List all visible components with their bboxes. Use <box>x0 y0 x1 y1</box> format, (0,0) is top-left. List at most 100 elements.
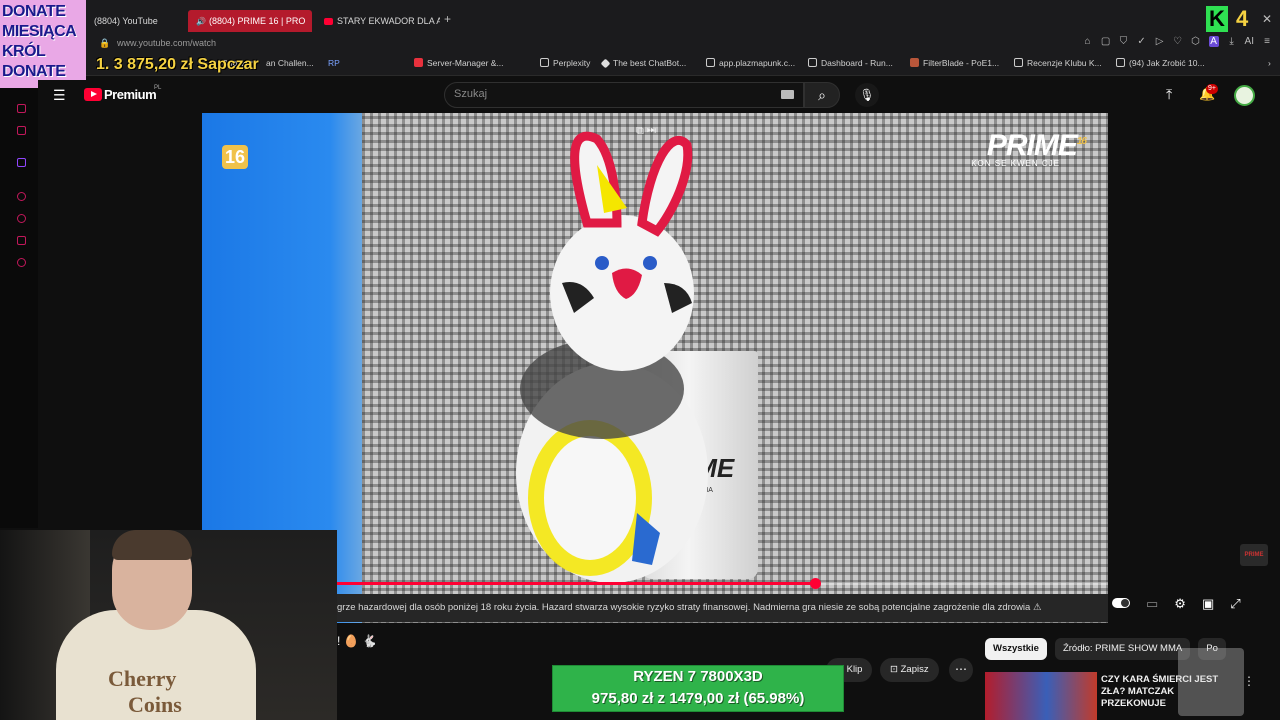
hoodie-text-cherry: Cherry <box>108 666 177 691</box>
puzzle-icon[interactable]: ⬡ <box>1191 36 1201 47</box>
shield-icon[interactable]: ⛉ <box>1119 36 1129 47</box>
bookmark-filterblade[interactable]: FilterBlade - PoE1... <box>910 58 999 68</box>
save-button[interactable]: ⊡ Zapisz <box>880 658 939 682</box>
new-tab-button[interactable]: + <box>444 12 451 26</box>
search-input[interactable] <box>444 82 804 108</box>
heart-icon[interactable]: ♡ <box>1173 36 1183 47</box>
bookmark-plazmapunk[interactable]: app.plazmapunk.c... <box>706 58 795 68</box>
extension-icon-1[interactable]: ▢ <box>1101 36 1111 47</box>
bookmark-label: FilterBlade - PoE1... <box>923 58 1000 68</box>
extension-a-icon[interactable]: A <box>1208 36 1219 47</box>
bookmark-label: Perplexity <box>553 58 591 68</box>
subtitles-icon[interactable]: ▭ <box>1146 596 1158 612</box>
emoji-reactions: ! 🥚 🐇 <box>337 634 377 648</box>
lock-icon[interactable]: 🔒 <box>99 38 110 49</box>
perplexity-icon <box>540 58 549 67</box>
browser-tab-ekwador[interactable]: STARY EKWADOR DLA AS <box>316 10 440 32</box>
ryzen-goal-overlay: RYZEN 7 7800X3D 975,80 zł z 1479,00 zł (… <box>552 665 844 712</box>
create-upload-icon[interactable]: ⤒ <box>1166 86 1172 103</box>
overlay-left-rail <box>0 88 38 528</box>
download-icon[interactable]: ⤓ <box>1227 36 1237 47</box>
bookmark-icon[interactable]: ⌂ <box>1083 36 1093 47</box>
bookmark-challenge[interactable]: an Challen... <box>266 58 314 68</box>
ryzen-goal-progress: 975,80 zł z 1479,00 zł (65.98%) <box>591 690 805 707</box>
rail-icon <box>17 104 26 113</box>
browser-tab-prime-active[interactable]: 🔊 (8804) PRIME 16 | PRO <box>188 10 312 32</box>
url-field[interactable]: www.youtube.com/watch <box>117 38 216 48</box>
donate-line: KRÓL <box>2 43 46 60</box>
k-counter-number: 4 <box>1236 6 1249 31</box>
close-window-icon[interactable]: ✕ <box>1262 12 1272 26</box>
progress-played <box>337 582 815 585</box>
clock-icon <box>17 214 26 223</box>
check-icon[interactable]: ✓ <box>1137 36 1147 47</box>
progress-scrubber[interactable] <box>810 578 821 589</box>
logo-region: PL <box>154 85 162 91</box>
bookmark-server-manager[interactable]: Server-Manager &... <box>414 58 504 68</box>
gambling-disclaimer: grze hazardowej dla osób poniżej 18 roku… <box>337 594 1108 622</box>
donate-of-month-box: DONATE MIESIĄCA KRÓL DONATE <box>0 0 86 88</box>
play-icon[interactable]: ▷ <box>1155 36 1165 47</box>
keyboard-icon[interactable] <box>781 90 794 99</box>
bookmark-label: app.plazmapunk.c... <box>719 58 796 68</box>
search-placeholder[interactable]: Szukaj <box>454 88 487 100</box>
theater-mode-icon[interactable]: ▣ <box>1202 596 1214 612</box>
bookmark-perplexity[interactable]: Perplexity <box>540 58 590 68</box>
speaker-icon: 🔊 <box>196 17 206 26</box>
menu-icon[interactable]: ≡ <box>1262 36 1272 47</box>
recommendation-more-icon[interactable]: ⋮ <box>1243 674 1255 688</box>
page-icon <box>1116 58 1125 67</box>
autoplay-toggle[interactable] <box>1112 598 1130 608</box>
youtube-favicon-icon <box>324 18 333 26</box>
recommended-video-thumbnail[interactable] <box>985 672 1097 720</box>
bookmark-label: Recenzje Klubu K... <box>1027 58 1102 68</box>
microphone-icon: 🎙 <box>859 88 875 102</box>
clip-label: Klip <box>846 664 863 675</box>
settings-gear-icon[interactable]: ⚙ <box>1174 596 1186 612</box>
server-manager-icon <box>414 58 423 67</box>
chatbot-icon <box>600 58 611 69</box>
ryzen-goal-title: RYZEN 7 7800X3D <box>633 668 763 685</box>
voice-search-button[interactable]: 🎙 <box>855 83 879 107</box>
bookmark-recenzje[interactable]: Recenzje Klubu K... <box>1014 58 1102 68</box>
screen: (8804) YouTube 🔊 (8804) PRIME 16 | PRO ST… <box>0 0 1280 720</box>
search-button[interactable]: ⌕ <box>804 82 840 108</box>
rail-icon <box>17 192 26 201</box>
bookmark-jak-zrobic[interactable]: (94) Jak Zrobić 10... <box>1116 58 1205 68</box>
streamer-hair <box>112 530 192 560</box>
tab-label: (8804) YouTube <box>94 16 158 26</box>
youtube-premium-logo[interactable]: Premium <box>104 87 157 102</box>
hamburger-menu-icon[interactable]: ☰ <box>53 87 66 104</box>
browser-tab-youtube[interactable]: (8804) YouTube <box>86 10 186 32</box>
tab-label: (8804) PRIME 16 | PRO <box>208 16 306 26</box>
search-icon: ⌕ <box>818 87 826 103</box>
save-icon: ⊡ <box>890 664 901 675</box>
fullscreen-icon[interactable]: ⤢ <box>1230 596 1240 612</box>
chip-all[interactable]: Wszystkie <box>985 638 1047 660</box>
more-actions-button[interactable]: ⋯ <box>949 658 973 682</box>
rail-icon <box>17 126 26 135</box>
save-label: Zapisz <box>900 664 929 675</box>
bookmark-label: Dashboard - Run... <box>821 58 893 68</box>
prime-side-icon: PRIME <box>1240 544 1268 566</box>
bookmark-rp[interactable]: RP <box>328 58 340 68</box>
hoodie-text-coins: Coins <box>128 692 182 717</box>
page-icon <box>808 58 817 67</box>
account-avatar[interactable] <box>1234 85 1255 106</box>
chip-source-prime[interactable]: Źródło: PRIME SHOW MMA <box>1054 638 1191 660</box>
filterblade-icon <box>910 58 919 67</box>
bookmark-label: Server-Manager &... <box>427 58 504 68</box>
bookmark-dashboard[interactable]: Dashboard - Run... <box>808 58 893 68</box>
tab-label: STARY EKWADOR DLA AS <box>337 16 440 26</box>
k-badge: K <box>1206 6 1228 32</box>
donate-line: MIESIĄCA <box>2 23 77 40</box>
notification-badge: 9+ <box>1206 84 1218 94</box>
youtube-logo-icon[interactable] <box>84 88 102 101</box>
bookmarks-overflow-icon[interactable]: › <box>1268 58 1271 68</box>
video-player[interactable]: 16 PRIME16 KON SE KWEN CJE ⧉ ⏭ IME W MMA <box>202 113 1108 623</box>
bookmark-chatbot[interactable]: The best ChatBot... <box>600 58 687 69</box>
ai-extension-label[interactable]: AI <box>1245 36 1254 47</box>
bookmark-label: The best ChatBot... <box>613 58 687 68</box>
easter-bunny-figure <box>516 131 708 583</box>
page-icon <box>1014 58 1023 67</box>
